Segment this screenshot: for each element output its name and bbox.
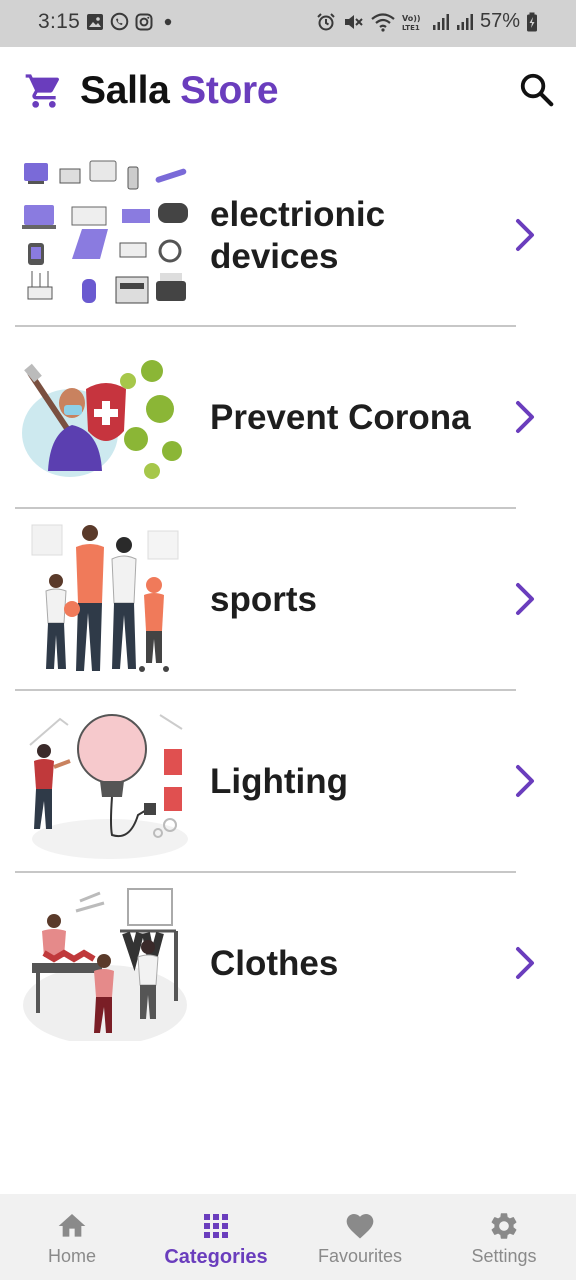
nav-label: Favourites [317, 1246, 403, 1266]
category-item-electronics[interactable]: electrionic devices [0, 145, 576, 327]
nav-label: Home [47, 1246, 96, 1266]
mute-icon [344, 14, 363, 29]
system-icons: Vo)) LTE1 57% [316, 10, 538, 33]
home-icon [58, 1214, 86, 1237]
heart-icon [346, 1214, 374, 1239]
bottom-navigation: Home Categories Favourites Settings [0, 1194, 576, 1280]
nav-label: Categories [164, 1246, 268, 1268]
category-label: Clothes [210, 944, 339, 983]
category-item-sports[interactable]: sports [0, 509, 576, 691]
instagram-icon [135, 13, 153, 30]
category-label: sports [210, 580, 317, 619]
volte-icon: Vo))LTE1 [402, 14, 421, 32]
category-image-sports [31, 524, 179, 672]
category-item-lighting[interactable]: Lighting [0, 691, 576, 873]
category-image-lighting [29, 714, 188, 859]
category-image-clothes [23, 888, 187, 1041]
chevron-right-icon[interactable] [510, 399, 542, 435]
app-title: Salla Store [80, 69, 279, 113]
alarm-icon [317, 12, 335, 30]
category-label: Prevent Corona [210, 398, 471, 437]
chevron-right-icon[interactable] [510, 217, 542, 253]
gallery-icon [87, 13, 103, 30]
nav-item-categories[interactable]: Categories [144, 1194, 288, 1280]
category-label: Lighting [210, 762, 349, 801]
chevron-right-icon[interactable] [510, 581, 542, 617]
gear-icon [491, 1213, 517, 1239]
nav-item-settings[interactable]: Settings [432, 1194, 576, 1280]
app-title-accent: Store [180, 69, 279, 112]
nav-label: Settings [471, 1246, 537, 1266]
app-title-main: Salla [80, 69, 170, 112]
wifi-icon [371, 12, 395, 32]
battery-percent: 57% [479, 10, 520, 32]
signal-2-icon [456, 13, 473, 30]
categories-list: electrionic devices Prevent Corona sport… [0, 145, 576, 1055]
search-icon[interactable] [518, 71, 556, 109]
grid-icon [204, 1214, 228, 1238]
category-image-electronics [22, 160, 188, 304]
cart-icon [25, 74, 60, 108]
chevron-right-icon[interactable] [510, 763, 542, 799]
category-image-prevent-corona [22, 360, 182, 479]
svg-text:LTE1: LTE1 [402, 24, 420, 32]
whatsapp-icon [110, 12, 129, 31]
more-notifications-dot-icon [164, 18, 172, 25]
category-label: electrionic devices [210, 195, 386, 276]
status-bar: 3:15 Vo)) LTE1 57% [0, 0, 576, 47]
screen: 3:15 Vo)) LTE1 57% Salla Store electrion… [0, 0, 576, 1280]
notification-icons [86, 12, 173, 31]
battery-charging-icon [527, 12, 537, 31]
category-item-clothes[interactable]: Clothes [0, 873, 576, 1055]
status-time: 3:15 [38, 10, 81, 33]
signal-1-icon [432, 13, 449, 30]
chevron-right-icon[interactable] [510, 945, 542, 981]
nav-item-home[interactable]: Home [0, 1194, 144, 1280]
nav-item-favourites[interactable]: Favourites [288, 1194, 432, 1280]
app-bar: Salla Store [0, 47, 576, 135]
svg-text:Vo)): Vo)) [402, 14, 421, 23]
category-item-prevent-corona[interactable]: Prevent Corona [0, 327, 576, 509]
